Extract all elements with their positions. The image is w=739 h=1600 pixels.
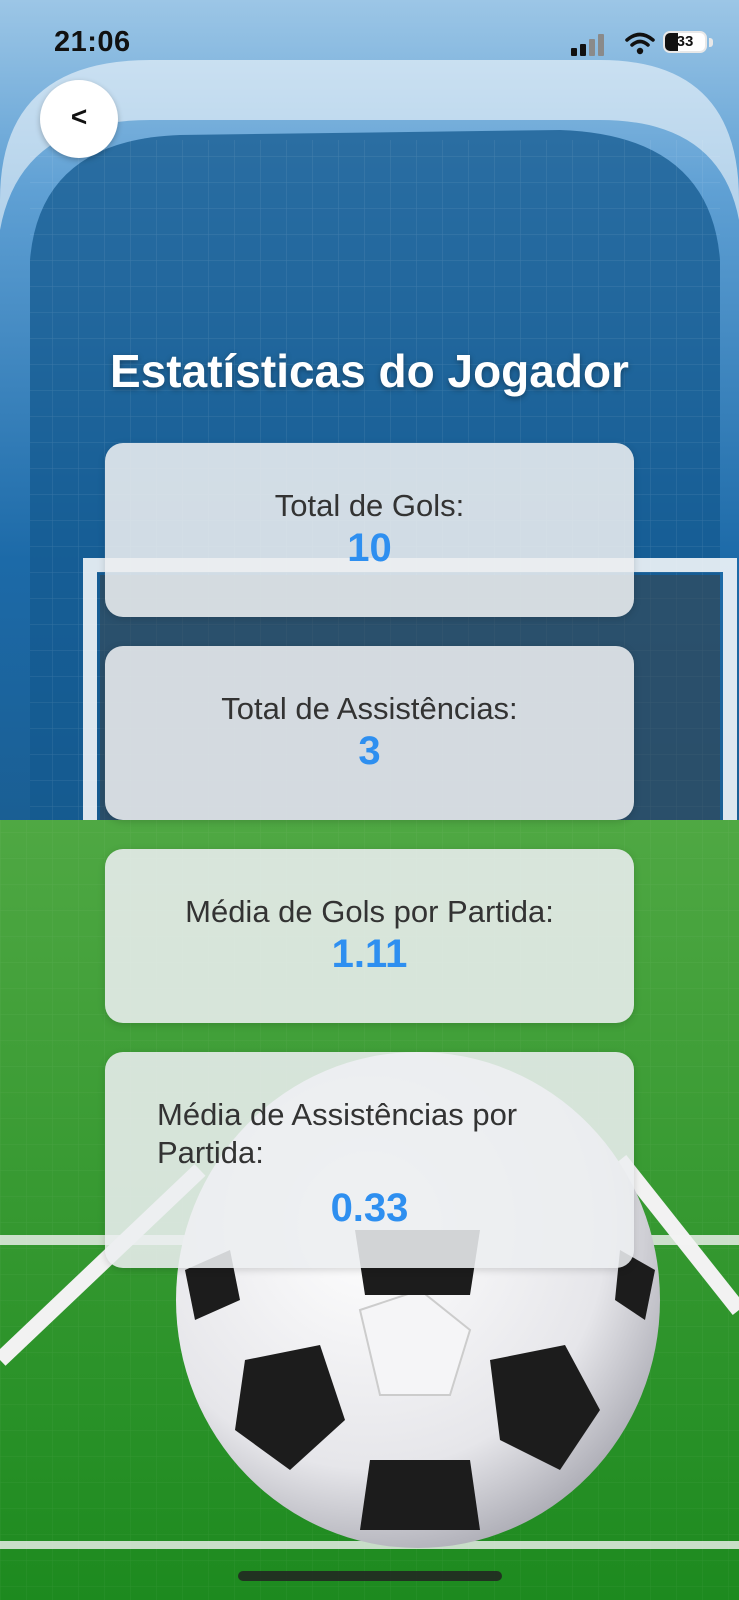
stat-value: 1.11 — [331, 932, 408, 976]
stat-value: 10 — [347, 526, 392, 570]
status-time: 21:06 — [54, 26, 131, 58]
stat-label: Média de Assistências por Partida: — [157, 1097, 518, 1170]
stat-label: Média de Gols por Partida: — [185, 894, 554, 929]
stat-card-goals-per-match: Média de Gols por Partida: 1.11 — [105, 849, 634, 1023]
stat-card-assists-per-match: Média de Assistências por Partida: 0.33 — [105, 1052, 634, 1268]
page-title: Estatísticas do Jogador — [110, 345, 629, 397]
stat-value: 3 — [358, 729, 381, 773]
signal-icon — [571, 34, 604, 56]
battery-percentage: 33 — [676, 33, 694, 50]
wifi-icon — [625, 32, 655, 55]
stat-card-total-goals: Total de Gols: 10 — [105, 443, 634, 617]
stat-label: Total de Gols: — [274, 488, 465, 523]
home-indicator[interactable] — [238, 1571, 502, 1581]
stat-card-total-assists: Total de Assistências: 3 — [105, 646, 634, 820]
back-button[interactable]: < — [40, 80, 118, 158]
player-stats-screen: 21:06 33 < Estatísticas do Jogador Total… — [0, 0, 739, 1600]
status-icons: 33 — [571, 28, 721, 58]
stat-value: 0.33 — [330, 1186, 409, 1230]
battery-nub — [709, 38, 713, 47]
battery-icon: 33 — [663, 31, 707, 53]
back-chevron-icon: < — [70, 101, 88, 132]
stat-label: Total de Assistências: — [221, 691, 518, 726]
